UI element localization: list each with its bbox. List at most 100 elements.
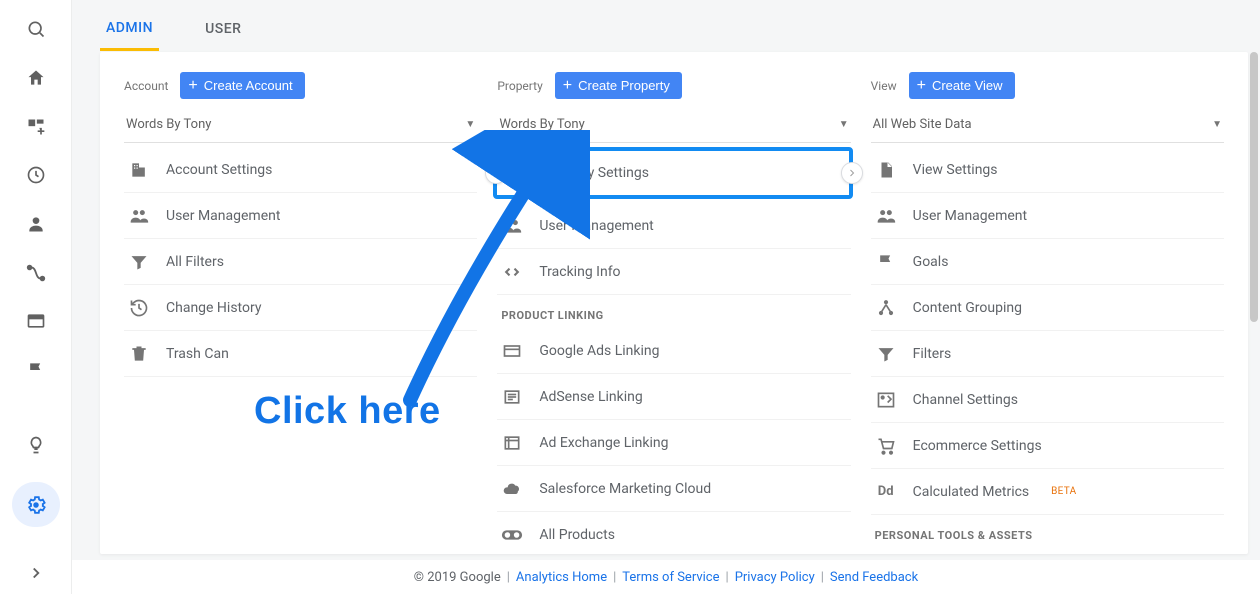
account-selector[interactable]: Words By Tony ▼	[124, 109, 477, 143]
view-label: View	[871, 79, 897, 93]
account-label: Account	[124, 79, 168, 93]
menu-item-label: User Management	[913, 208, 1027, 224]
account-settings-item[interactable]: Account Settings	[124, 147, 477, 193]
plus-icon: +	[188, 79, 197, 93]
collapse-right-button[interactable]	[841, 162, 863, 184]
link-icon	[501, 524, 523, 546]
realtime-icon[interactable]	[24, 164, 48, 187]
ad-exchange-linking-item[interactable]: Ad Exchange Linking	[497, 420, 850, 466]
create-property-button[interactable]: + Create Property	[555, 72, 682, 99]
view-settings-item[interactable]: View Settings	[871, 147, 1224, 193]
menu-item-label: Channel Settings	[913, 392, 1018, 408]
customization-icon[interactable]	[24, 115, 48, 138]
admin-panel: Account + Create Account Words By Tony ▼…	[100, 52, 1248, 554]
menu-item-label: Tracking Info	[539, 264, 620, 280]
menu-item-label: Goals	[913, 254, 949, 270]
view-selector[interactable]: All Web Site Data ▼	[871, 109, 1224, 143]
menu-item-label: Trash Can	[166, 346, 229, 362]
left-nav-rail	[0, 0, 72, 594]
collapse-chevron-icon[interactable]	[24, 561, 48, 584]
calculated-metrics-item[interactable]: Dd Calculated Metrics BETA	[871, 469, 1224, 515]
menu-item-label: Salesforce Marketing Cloud	[539, 481, 711, 497]
menu-item-label: View Settings	[913, 162, 998, 178]
tab-admin[interactable]: ADMIN	[100, 10, 159, 51]
menu-item-label: Property Settings	[541, 165, 649, 181]
property-settings-item[interactable]: Property Settings	[493, 147, 852, 199]
trash-icon	[128, 343, 150, 365]
create-view-label: Create View	[932, 78, 1003, 93]
google-ads-linking-item[interactable]: Google Ads Linking	[497, 328, 850, 374]
footer: © 2019 Google | Analytics Home | Terms o…	[72, 560, 1260, 594]
menu-item-label: Change History	[166, 300, 261, 316]
people-icon	[128, 205, 150, 227]
account-selector-value: Words By Tony	[126, 117, 211, 132]
cart-icon	[875, 435, 897, 457]
conversions-icon[interactable]	[24, 261, 48, 284]
goals-item[interactable]: Goals	[871, 239, 1224, 285]
all-products-item[interactable]: All Products	[497, 512, 850, 554]
caret-down-icon: ▼	[1212, 119, 1222, 130]
admin-gear-icon[interactable]	[12, 482, 60, 527]
discover-icon[interactable]	[24, 433, 48, 456]
tab-user[interactable]: USER	[199, 11, 247, 49]
footer-copyright: © 2019 Google	[414, 570, 501, 585]
trash-can-item[interactable]: Trash Can	[124, 331, 477, 377]
menu-item-label: All Products	[539, 527, 615, 543]
beta-badge: BETA	[1051, 486, 1076, 497]
flag-icon	[875, 251, 897, 273]
account-user-mgmt-item[interactable]: User Management	[124, 193, 477, 239]
plus-icon: +	[563, 79, 572, 93]
view-column: View + Create View All Web Site Data ▼ V…	[871, 72, 1224, 534]
plus-icon: +	[917, 79, 926, 93]
funnel-icon	[875, 343, 897, 365]
scrollbar[interactable]	[1250, 52, 1258, 322]
create-view-button[interactable]: + Create View	[909, 72, 1015, 99]
menu-item-label: Filters	[913, 346, 952, 362]
property-selector[interactable]: Words By Tony ▼	[497, 109, 850, 143]
channel-settings-item[interactable]: Channel Settings	[871, 377, 1224, 423]
create-account-button[interactable]: + Create Account	[180, 72, 304, 99]
dd-icon: Dd	[875, 481, 897, 503]
funnel-icon	[128, 251, 150, 273]
footer-link-terms[interactable]: Terms of Service	[622, 570, 719, 585]
adsense-linking-item[interactable]: AdSense Linking	[497, 374, 850, 420]
view-user-mgmt-item[interactable]: User Management	[871, 193, 1224, 239]
menu-item-label: User Management	[166, 208, 280, 224]
salesforce-linking-item[interactable]: Salesforce Marketing Cloud	[497, 466, 850, 512]
create-account-label: Create Account	[204, 78, 293, 93]
tracking-info-item[interactable]: Tracking Info	[497, 249, 850, 295]
window-icon	[501, 432, 523, 454]
property-label: Property	[497, 79, 542, 93]
top-tabs: ADMIN USER	[100, 8, 247, 52]
ads-icon	[501, 340, 523, 362]
channel-icon	[875, 389, 897, 411]
menu-item-label: User Management	[539, 218, 653, 234]
menu-item-label: AdSense Linking	[539, 389, 642, 405]
flag-icon[interactable]	[24, 359, 48, 382]
caret-down-icon: ▼	[839, 119, 849, 130]
product-linking-heading: PRODUCT LINKING	[497, 295, 850, 328]
change-history-item[interactable]: Change History	[124, 285, 477, 331]
code-icon	[501, 261, 523, 283]
document-icon	[875, 159, 897, 181]
people-icon	[501, 215, 523, 237]
history-icon	[128, 297, 150, 319]
ecommerce-settings-item[interactable]: Ecommerce Settings	[871, 423, 1224, 469]
building-icon	[128, 159, 150, 181]
property-selector-value: Words By Tony	[499, 117, 584, 132]
view-filters-item[interactable]: Filters	[871, 331, 1224, 377]
attribution-icon[interactable]	[24, 310, 48, 333]
content-grouping-item[interactable]: Content Grouping	[871, 285, 1224, 331]
menu-item-label: Calculated Metrics	[913, 484, 1030, 500]
audience-icon[interactable]	[24, 213, 48, 236]
account-column: Account + Create Account Words By Tony ▼…	[124, 72, 477, 534]
footer-link-privacy[interactable]: Privacy Policy	[735, 570, 815, 585]
property-user-mgmt-item[interactable]: User Management	[497, 203, 850, 249]
menu-item-label: Content Grouping	[913, 300, 1022, 316]
all-filters-item[interactable]: All Filters	[124, 239, 477, 285]
home-icon[interactable]	[24, 67, 48, 90]
footer-link-analytics-home[interactable]: Analytics Home	[516, 570, 607, 585]
search-icon[interactable]	[24, 18, 48, 41]
grouping-icon	[875, 297, 897, 319]
footer-link-feedback[interactable]: Send Feedback	[830, 570, 918, 585]
